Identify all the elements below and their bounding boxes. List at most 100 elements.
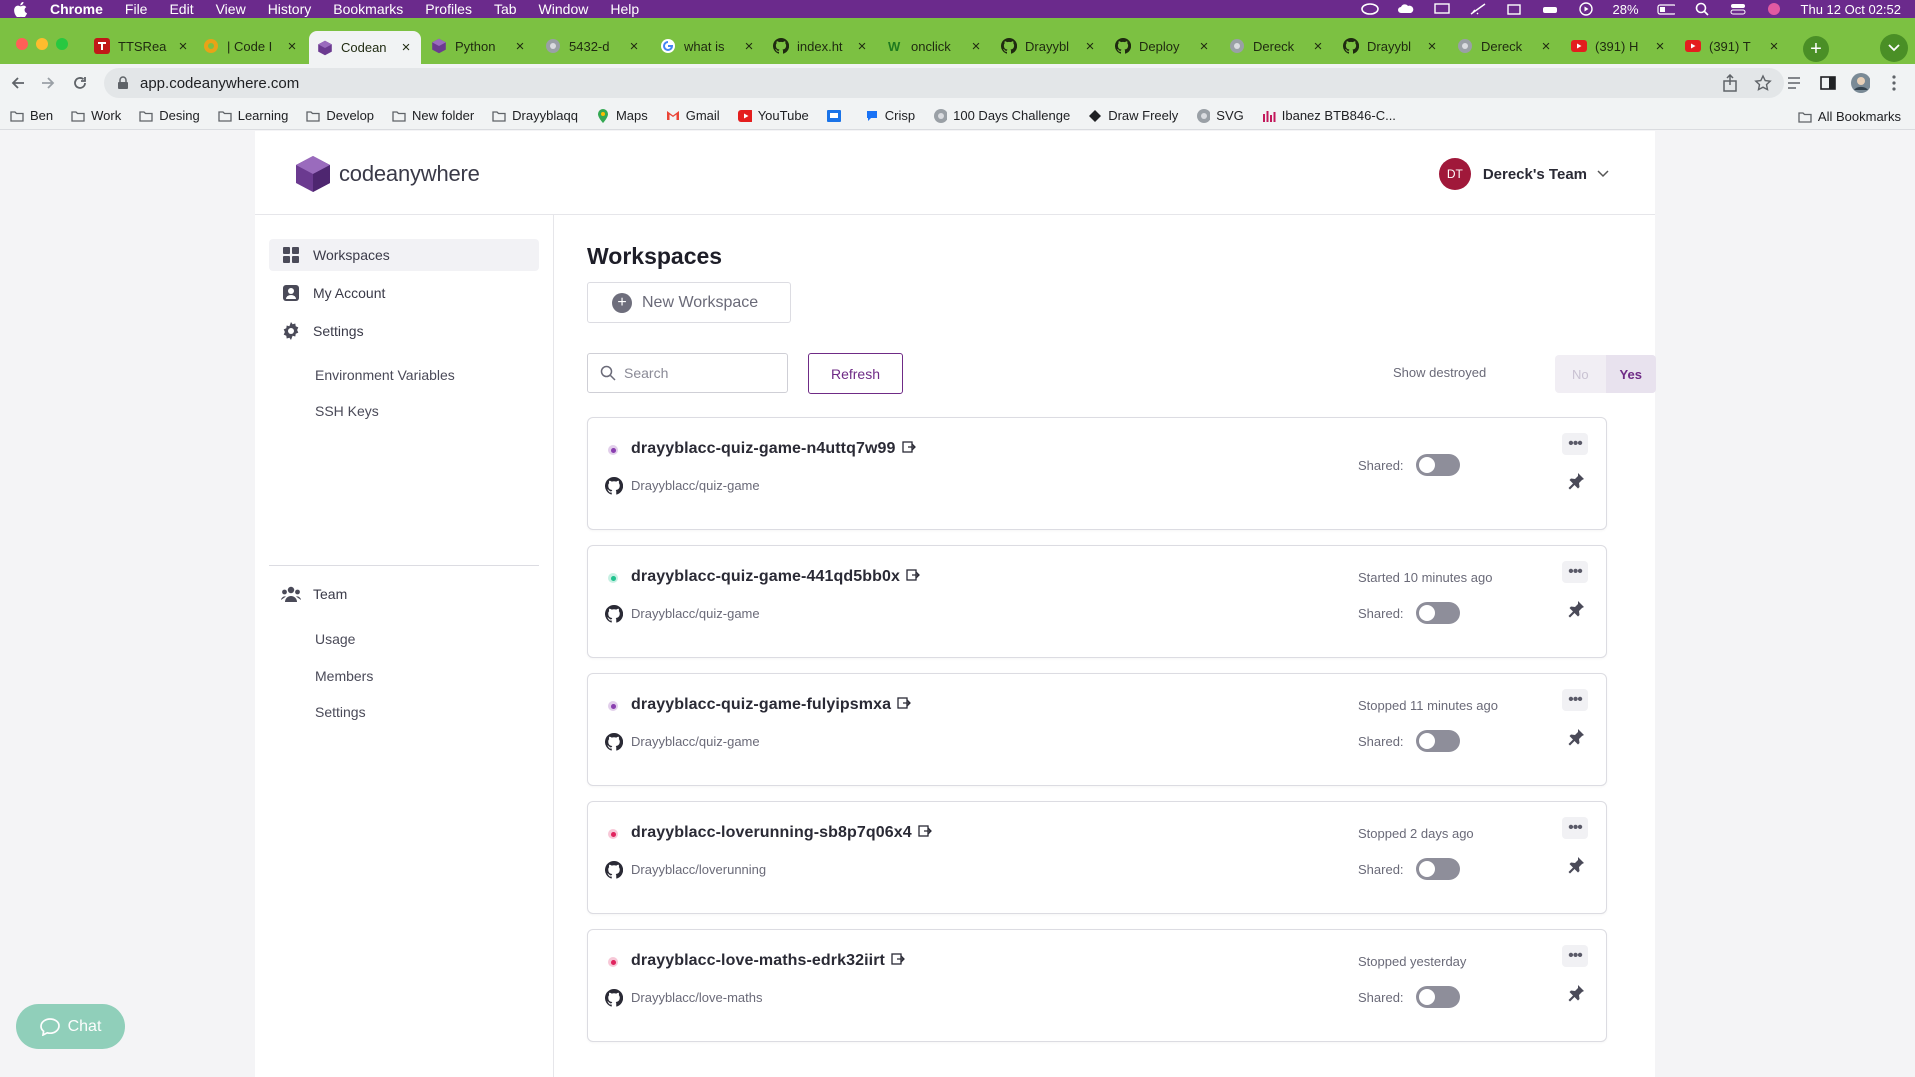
share-icon[interactable] [1722,73,1738,96]
workspace-repo[interactable]: Drayyblacc/quiz-game [631,734,760,749]
sidebar-item-team[interactable]: Team [269,578,539,610]
open-external-icon[interactable] [897,696,911,710]
profile-avatar-icon[interactable] [1850,73,1870,93]
bookmark-item[interactable]: Learning [218,108,288,123]
sidebar-item-my-account[interactable]: My Account [269,277,539,309]
close-tab-icon[interactable]: × [969,38,983,55]
workspace-name[interactable]: drayyblacc-love-maths-edrk32iirt [631,952,905,970]
sidebar-item-workspaces[interactable]: Workspaces [269,239,539,271]
bookmark-item[interactable]: 100 Days Challenge [933,108,1070,123]
bookmark-item[interactable]: Ben [10,108,53,123]
refresh-button[interactable]: Refresh [808,353,903,394]
browser-tab[interactable]: Dereck × [1449,31,1561,61]
bookmark-item[interactable]: Work [71,108,121,123]
close-tab-icon[interactable]: × [1767,38,1781,55]
browser-tab[interactable]: Codean × [309,31,421,64]
browser-tab[interactable]: Drayybl × [993,31,1105,61]
browser-tab[interactable]: Python × [423,31,535,61]
workspace-name[interactable]: drayyblacc-quiz-game-n4uttq7w99 [631,440,916,458]
workspace-card[interactable]: drayyblacc-loverunning-sb8p7q06x4 Drayybl… [587,801,1607,914]
show-destroyed-yes[interactable]: Yes [1605,355,1656,393]
menu-view[interactable]: View [216,1,246,17]
menu-history[interactable]: History [268,1,312,17]
shared-toggle[interactable] [1416,454,1460,476]
workspace-card[interactable]: drayyblacc-quiz-game-fulyipsmxa Drayyblac… [587,673,1607,786]
bookmark-item[interactable]: YouTube [737,108,809,123]
sidebar-item-ssh-keys[interactable]: SSH Keys [315,403,379,419]
pin-icon[interactable] [1567,728,1585,746]
sidebar-item-team-settings[interactable]: Settings [315,704,366,720]
site-info-icon[interactable] [116,76,130,90]
workspace-name[interactable]: drayyblacc-loverunning-sb8p7q06x4 [631,824,932,842]
bookmark-item[interactable]: Maps [596,108,648,123]
browser-tab[interactable]: Deploy × [1107,31,1219,61]
forward-button[interactable] [38,73,58,93]
browser-tab[interactable]: (391) H × [1563,31,1675,61]
more-options-button[interactable]: ••• [1562,945,1588,967]
cloud-sync-icon[interactable] [1397,2,1415,16]
zoom-window-button[interactable] [56,38,68,50]
menu-edit[interactable]: Edit [169,1,193,17]
bookmark-item[interactable]: New folder [392,108,474,123]
open-external-icon[interactable] [891,952,905,966]
chat-button[interactable]: Chat [16,1004,125,1049]
browser-tab[interactable]: Drayybl × [1335,31,1447,61]
brand-logo[interactable]: codeanywhere [293,154,480,194]
menu-file[interactable]: File [125,1,148,17]
workspace-repo[interactable]: Drayyblacc/quiz-game [631,478,760,493]
address-url[interactable]: app.codeanywhere.com [140,75,299,92]
address-bar[interactable]: app.codeanywhere.com [104,68,1784,98]
workspace-card[interactable]: drayyblacc-quiz-game-n4uttq7w99 Drayyblac… [587,417,1607,530]
pin-icon[interactable] [1567,600,1585,618]
browser-tab[interactable]: (391) T × [1677,31,1789,61]
show-destroyed-no[interactable]: No [1555,355,1606,393]
bookmark-item[interactable]: Ibanez BTB846-C... [1262,108,1396,123]
sidebar-item-usage[interactable]: Usage [315,631,355,647]
browser-tab[interactable]: Wonclick × [879,31,991,61]
pin-icon[interactable] [1567,472,1585,490]
bookmark-item[interactable] [826,109,847,122]
close-tab-icon[interactable]: × [513,38,527,55]
apple-icon[interactable] [14,1,34,17]
sidebar-item-environment-variables[interactable]: Environment Variables [315,367,455,383]
workspace-card[interactable]: drayyblacc-love-maths-edrk32iirt Drayybla… [587,929,1607,1042]
menu-app-name[interactable]: Chrome [50,1,103,17]
menu-tab[interactable]: Tab [494,1,517,17]
menubar-clock[interactable]: Thu 12 Oct 02:52 [1801,2,1901,17]
more-options-button[interactable]: ••• [1562,689,1588,711]
play-circle-icon[interactable] [1577,2,1595,16]
shared-toggle[interactable] [1416,858,1460,880]
new-workspace-button[interactable]: + New Workspace [587,282,791,323]
siri-icon[interactable] [1765,2,1783,16]
window-icon[interactable] [1505,2,1523,16]
more-options-button[interactable]: ••• [1562,817,1588,839]
team-switcher[interactable]: DT Dereck's Team [1438,158,1609,190]
search-field[interactable] [587,353,788,393]
workspace-name[interactable]: drayyblacc-quiz-game-441qd5bb0x [631,568,920,586]
side-panel-icon[interactable] [1818,73,1838,93]
close-tab-icon[interactable]: × [1197,38,1211,55]
bookmark-item[interactable]: Develop [306,108,374,123]
workspace-repo[interactable]: Drayyblacc/love-maths [631,990,763,1005]
chrome-menu-icon[interactable] [1884,73,1904,93]
shared-toggle[interactable] [1416,602,1460,624]
bookmark-item[interactable]: Drayyblaqq [492,108,578,123]
close-tab-icon[interactable]: × [399,39,413,56]
open-external-icon[interactable] [901,440,916,454]
close-tab-icon[interactable]: × [176,38,190,55]
close-tab-icon[interactable]: × [1653,38,1667,55]
menu-profiles[interactable]: Profiles [425,1,472,17]
bookmark-item[interactable]: Gmail [666,108,720,123]
close-window-button[interactable] [16,38,28,50]
close-tab-icon[interactable]: × [1425,38,1439,55]
bookmark-star-icon[interactable] [1754,74,1772,96]
reload-button[interactable] [70,73,90,93]
menu-help[interactable]: Help [610,1,639,17]
pin-icon[interactable] [1567,984,1585,1002]
close-tab-icon[interactable]: × [285,38,299,55]
spotlight-search-icon[interactable] [1693,2,1711,16]
wifi-off-icon[interactable] [1469,2,1487,16]
bookmark-item[interactable]: Crisp [865,108,915,123]
reading-list-icon[interactable] [1786,73,1806,93]
more-options-button[interactable]: ••• [1562,561,1588,583]
